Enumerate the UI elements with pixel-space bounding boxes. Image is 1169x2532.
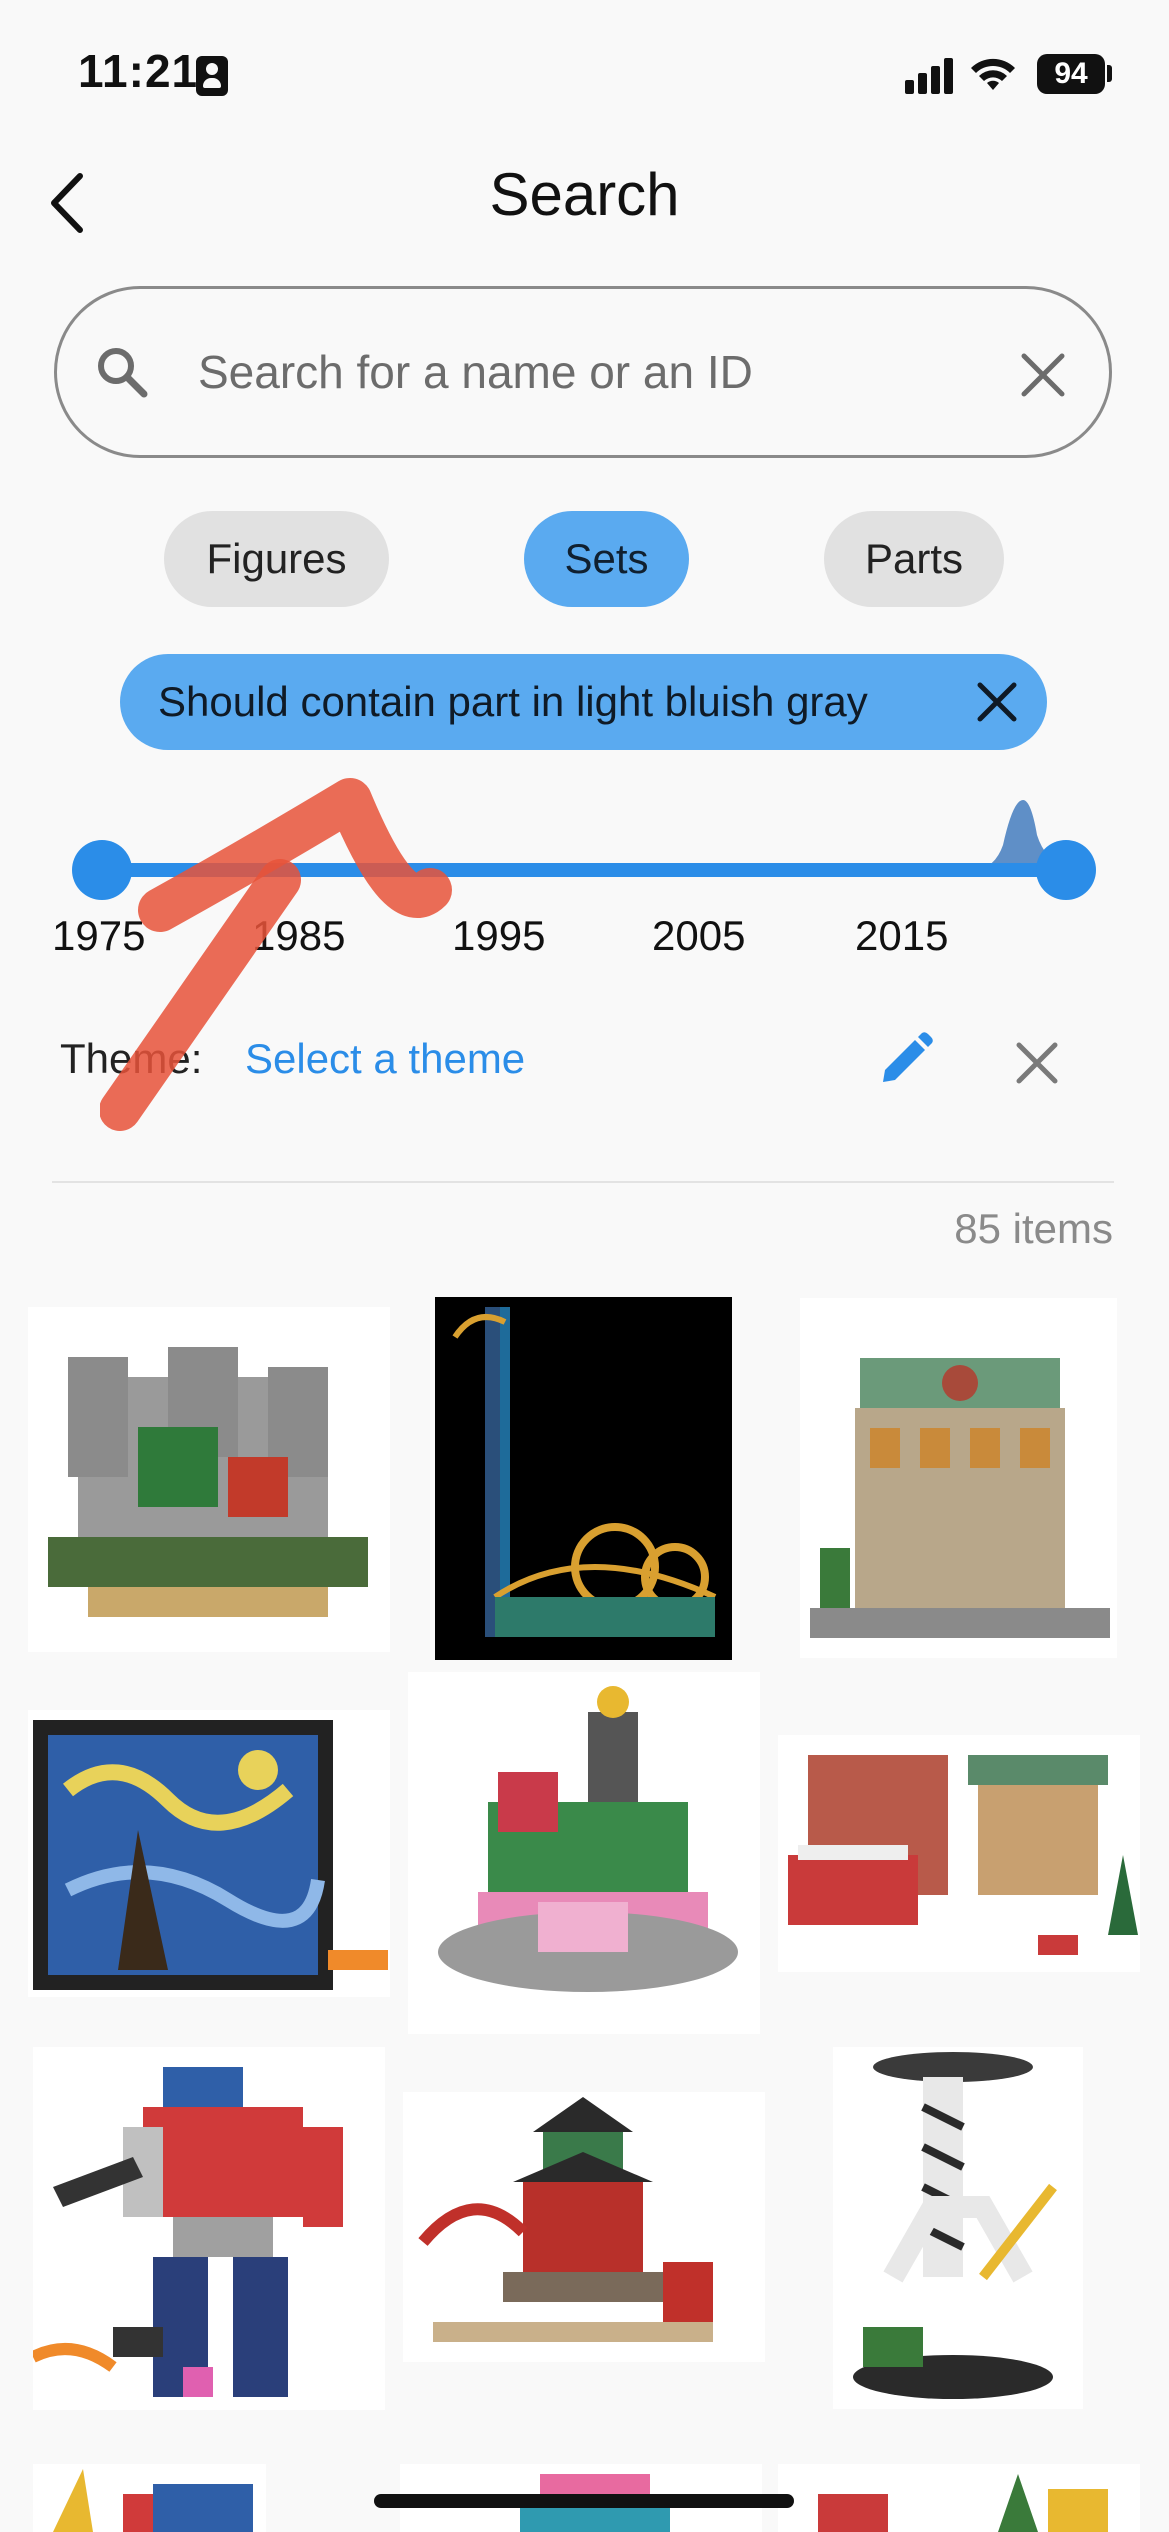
set-thumbnail[interactable] (778, 2464, 1140, 2532)
set-thumbnail[interactable] (28, 1710, 390, 1997)
select-theme-link[interactable]: Select a theme (245, 1035, 525, 1083)
id-card-icon (196, 56, 228, 96)
close-icon[interactable] (974, 679, 1020, 725)
home-indicator[interactable] (374, 2494, 794, 2508)
set-thumbnail[interactable] (833, 2047, 1083, 2409)
set-thumbnail[interactable] (778, 1735, 1140, 1972)
wifi-icon (971, 58, 1015, 90)
divider (52, 1181, 1114, 1183)
close-icon[interactable] (1014, 1040, 1060, 1086)
set-thumbnail[interactable] (33, 2047, 385, 2410)
theme-label: Theme: (60, 1035, 203, 1082)
search-input[interactable] (196, 336, 980, 408)
search-icon (98, 348, 148, 398)
pencil-icon[interactable] (875, 1030, 935, 1090)
year-tick: 1985 (252, 912, 346, 959)
part-color-filter-chip[interactable]: Should contain part in light bluish gray (120, 654, 1047, 750)
year-tick: 2005 (652, 912, 746, 959)
signal-icon (905, 58, 955, 94)
results-count: 85 items (954, 1205, 1113, 1252)
tab-sets[interactable]: Sets (524, 511, 689, 607)
set-thumbnail[interactable] (800, 1298, 1117, 1658)
year-tick: 2015 (855, 912, 949, 959)
year-range-end-handle[interactable] (1036, 840, 1096, 900)
tab-parts[interactable]: Parts (824, 511, 1004, 607)
year-tick: 1975 (52, 912, 146, 959)
set-thumbnail[interactable] (28, 1307, 390, 1652)
year-range-track[interactable] (100, 863, 1068, 877)
filter-chip-label: Should contain part in light bluish gray (158, 678, 868, 725)
tab-figures[interactable]: Figures (164, 511, 389, 607)
battery-icon: 94 (1037, 54, 1105, 94)
status-time: 11:21 (78, 45, 199, 97)
set-thumbnail[interactable] (435, 1297, 732, 1660)
clear-icon[interactable] (1016, 348, 1070, 402)
set-thumbnail[interactable] (408, 1672, 760, 2034)
set-thumbnail[interactable] (403, 2092, 765, 2362)
set-thumbnail[interactable] (33, 2464, 266, 2532)
year-tick: 1995 (452, 912, 546, 959)
year-range-start-handle[interactable] (72, 840, 132, 900)
page-title: Search (489, 161, 680, 228)
battery-cap (1107, 65, 1112, 82)
annotation-arrow (100, 778, 452, 1131)
